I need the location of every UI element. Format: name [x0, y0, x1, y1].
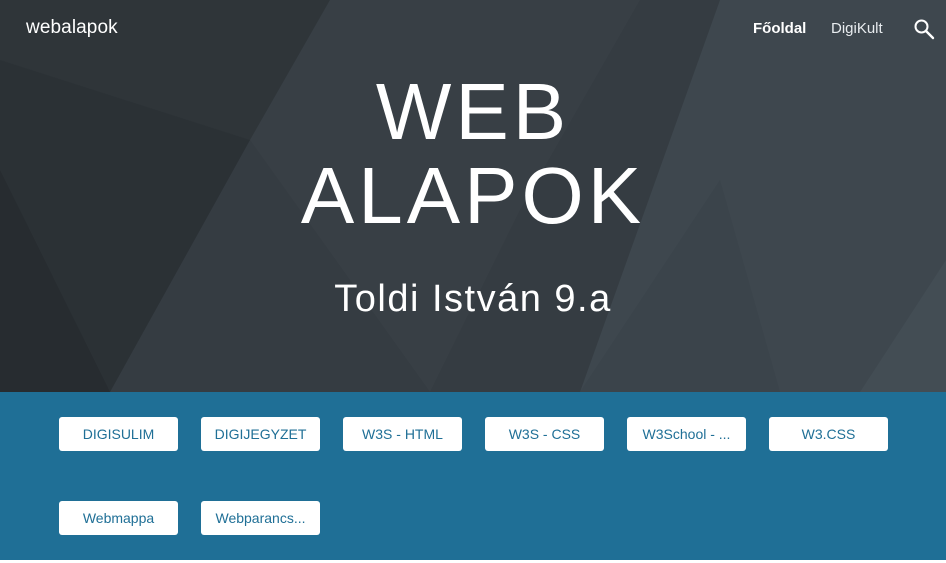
w3s-html-button[interactable]: W3S - HTML — [343, 417, 462, 451]
search-icon[interactable] — [913, 18, 935, 40]
w3school-button[interactable]: W3School - ... — [627, 417, 746, 451]
webmappa-button[interactable]: Webmappa — [59, 501, 178, 535]
page-title: WEB ALAPOK — [0, 70, 946, 238]
page-subtitle: Toldi István 9.a — [334, 278, 612, 320]
w3s-css-button[interactable]: W3S - CSS — [485, 417, 604, 451]
hero-banner: webalapok Főoldal DigiKult WEB ALAPOK To… — [0, 0, 946, 392]
webparancs-button[interactable]: Webparancs... — [201, 501, 320, 535]
site-name[interactable]: webalapok — [26, 17, 118, 39]
nav-link-digikult[interactable]: DigiKult — [831, 20, 883, 37]
nav-link-fooldal[interactable]: Főoldal — [753, 20, 806, 37]
page-title-line-2: ALAPOK — [300, 151, 646, 240]
w3css-button[interactable]: W3.CSS — [769, 417, 888, 451]
page-title-line-1: WEB — [375, 67, 571, 156]
digisulim-button[interactable]: DIGISULIM — [59, 417, 178, 451]
top-navigation-bar: webalapok Főoldal DigiKult — [0, 0, 946, 58]
link-buttons-section: DIGISULIM DIGIJEGYZET W3S - HTML W3S - C… — [0, 392, 946, 560]
digijegyzet-button[interactable]: DIGIJEGYZET — [201, 417, 320, 451]
